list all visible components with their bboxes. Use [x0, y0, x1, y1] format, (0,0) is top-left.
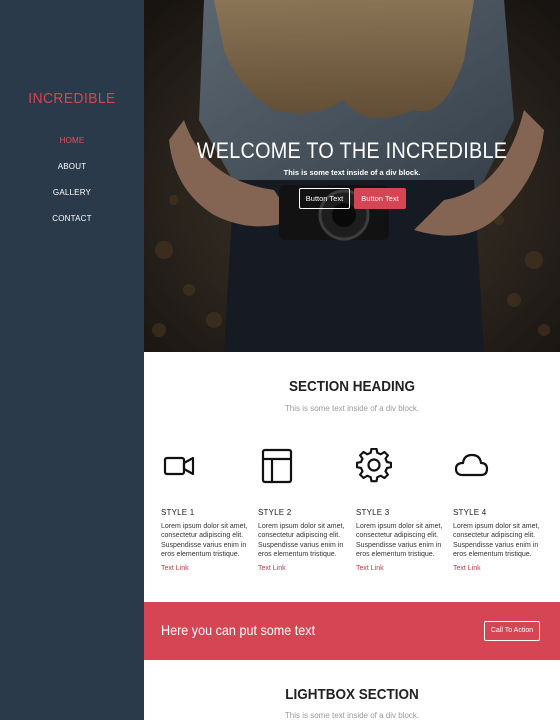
- cta-banner: Here you can put some text Call To Actio…: [144, 602, 560, 660]
- feature-title: STYLE 2: [258, 508, 292, 517]
- nav-item-contact[interactable]: CONTACT: [0, 212, 144, 238]
- nav-item-gallery[interactable]: GALLERY: [0, 186, 144, 212]
- hero-primary-button[interactable]: Button Text: [354, 188, 406, 209]
- feature-title: STYLE 4: [453, 508, 487, 517]
- feature-title: STYLE 1: [161, 508, 195, 517]
- feature-link[interactable]: Text Link: [258, 565, 350, 572]
- section-heading: SECTION HEADING: [288, 378, 415, 395]
- feature-body: Lorem ipsum dolor sit amet, consectetur …: [258, 523, 345, 558]
- feature-body: Lorem ipsum dolor sit amet, consectetur …: [356, 523, 443, 558]
- sidebar: INCREDIBLE HOME ABOUT GALLERY CONTACT: [0, 0, 144, 720]
- hero-title: WELCOME TO THE INCREDIBLE: [196, 138, 508, 163]
- gear-icon: [355, 447, 393, 483]
- cloud-icon: [454, 453, 489, 477]
- nav-item-home[interactable]: HOME: [0, 134, 144, 160]
- lightbox-heading: LIGHTBOX SECTION: [285, 686, 419, 703]
- feature-card: STYLE 1 Lorem ipsum dolor sit amet, cons…: [161, 448, 253, 572]
- feature-card: STYLE 3 Lorem ipsum dolor sit amet, cons…: [355, 447, 448, 572]
- hero-section: WELCOME TO THE INCREDIBLE This is some t…: [144, 0, 560, 352]
- section-subheading: This is some text inside of a div block.: [284, 404, 420, 413]
- feature-card: STYLE 4 Lorem ipsum dolor sit amet, cons…: [453, 448, 545, 572]
- feature-card: STYLE 2 Lorem ipsum dolor sit amet, cons…: [258, 448, 350, 572]
- hero-subtitle: This is some text inside of a div block.: [283, 168, 421, 177]
- sidebar-nav: HOME ABOUT GALLERY CONTACT: [0, 134, 144, 238]
- call-to-action-button[interactable]: Call To Action: [484, 621, 540, 641]
- feature-link[interactable]: Text Link: [453, 565, 545, 572]
- nav-item-about[interactable]: ABOUT: [0, 160, 144, 186]
- lightbox-subheading: This is some text inside of a div block.: [284, 711, 420, 720]
- hero-outline-button[interactable]: Button Text: [299, 188, 350, 209]
- feature-body: Lorem ipsum dolor sit amet, consectetur …: [453, 523, 540, 558]
- feature-link[interactable]: Text Link: [356, 565, 448, 572]
- cta-text: Here you can put some text: [161, 622, 316, 638]
- feature-title: STYLE 3: [356, 508, 390, 517]
- feature-body: Lorem ipsum dolor sit amet, consectetur …: [161, 523, 248, 558]
- brand-logo[interactable]: INCREDIBLE: [6, 90, 138, 107]
- feature-link[interactable]: Text Link: [161, 565, 253, 572]
- video-camera-icon: [163, 456, 195, 476]
- layout-icon: [261, 448, 293, 484]
